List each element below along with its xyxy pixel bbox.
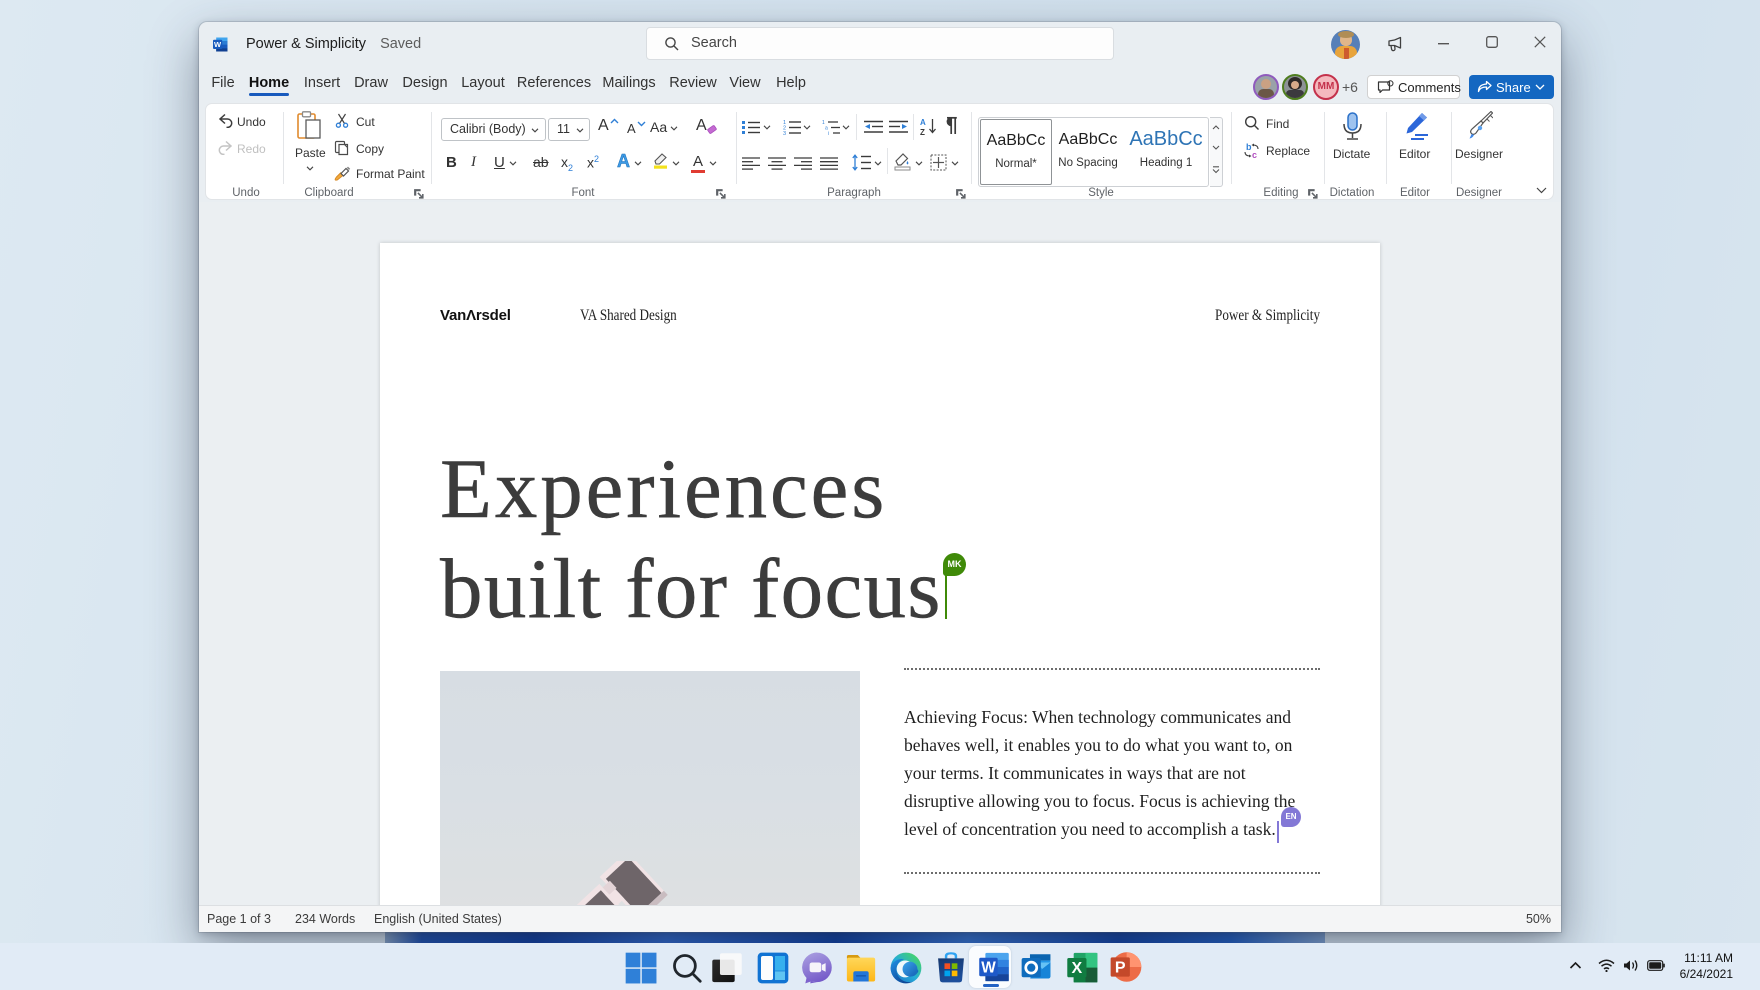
svg-text:W: W: [981, 959, 996, 976]
svg-text:3: 3: [783, 131, 786, 135]
svg-text:A: A: [920, 118, 926, 127]
svg-text:Z: Z: [920, 128, 925, 136]
svg-text:c: c: [1252, 150, 1257, 159]
svg-text:i: i: [828, 131, 829, 135]
svg-text:W: W: [214, 40, 222, 49]
svg-text:X: X: [1072, 960, 1083, 977]
svg-text:P: P: [1115, 960, 1126, 977]
